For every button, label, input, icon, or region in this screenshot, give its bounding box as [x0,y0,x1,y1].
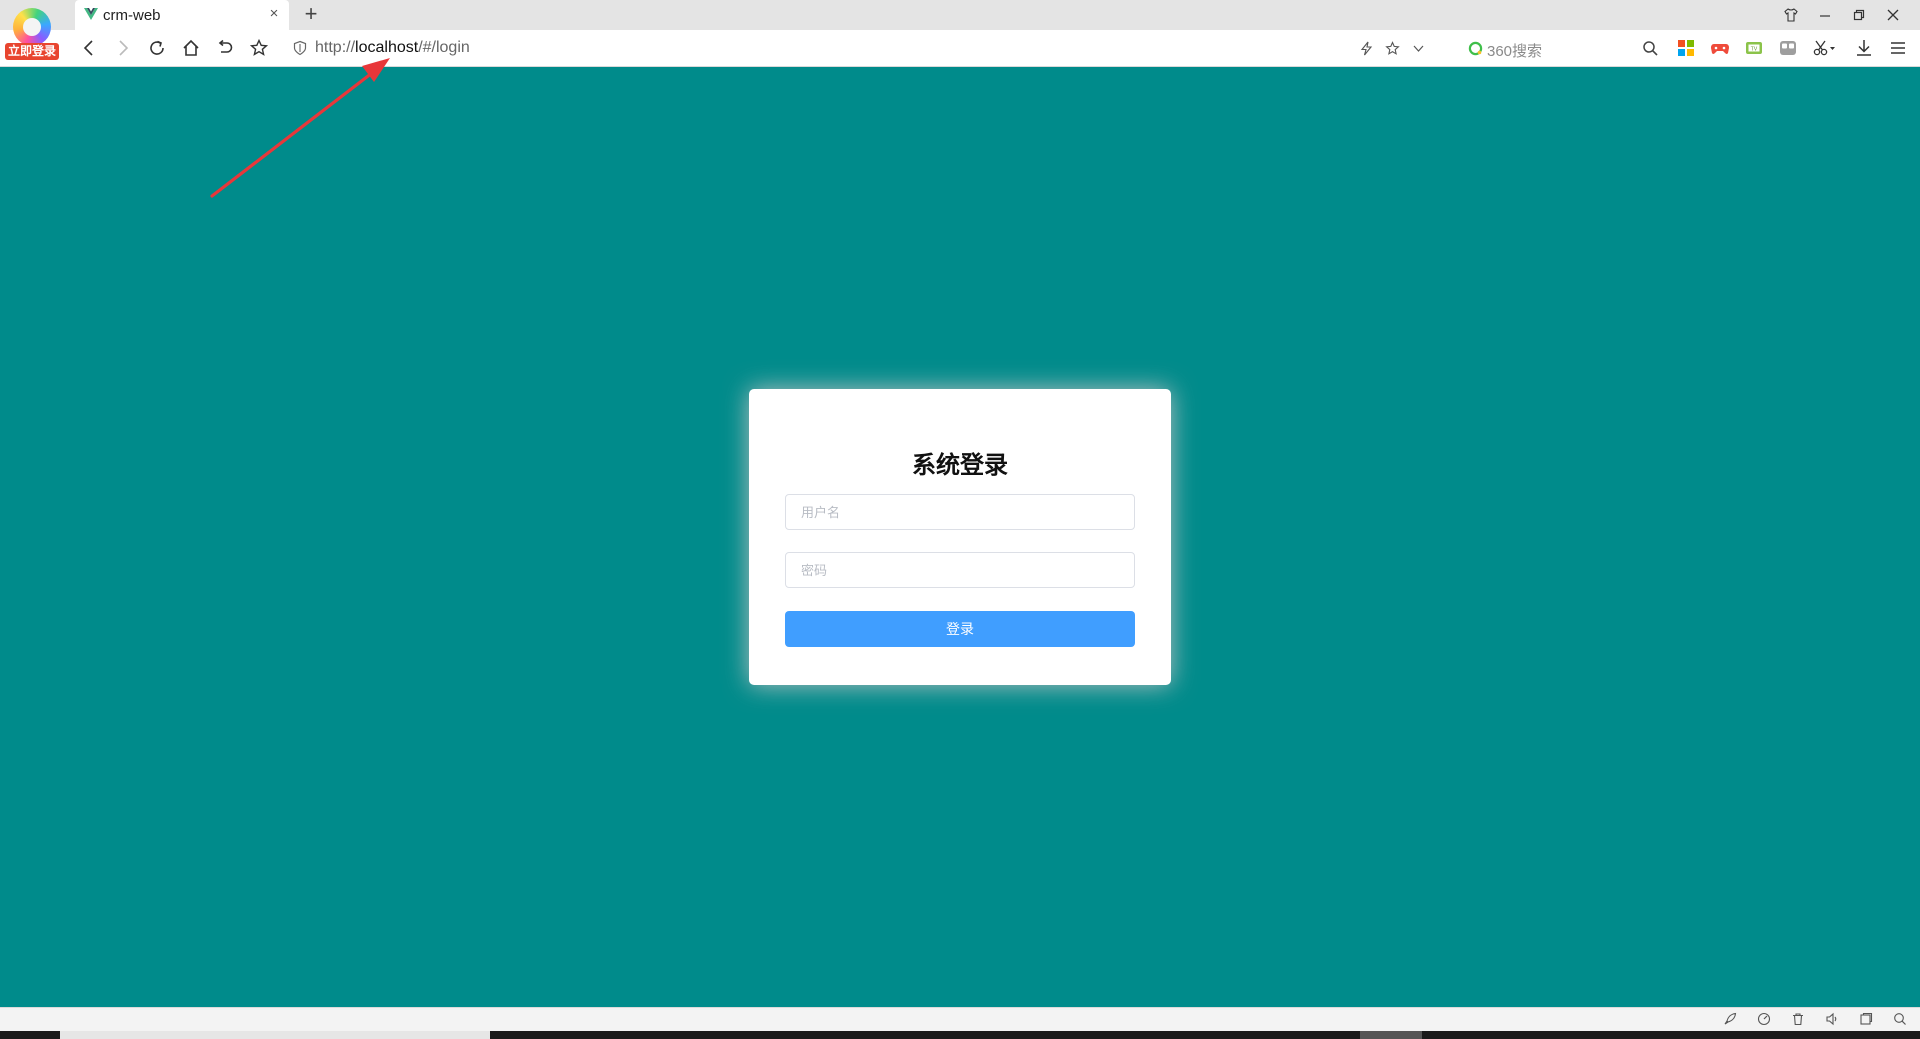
extension-icon[interactable] [1778,38,1798,58]
back-button[interactable] [76,36,102,60]
login-title: 系统登录 [912,452,1008,479]
search-engine-icon [1468,41,1483,56]
search-icon[interactable] [1642,40,1659,57]
home-icon [183,39,199,56]
rocket-button[interactable] [1722,1011,1738,1027]
zoom-button[interactable] [1892,1011,1908,1027]
shield-icon [293,40,307,56]
password-input[interactable] [785,552,1135,588]
bookmark-button[interactable] [246,36,272,60]
search-box[interactable]: 360搜索 [1460,34,1665,62]
skin-button[interactable] [1774,0,1808,30]
sound-icon [1826,1012,1837,1026]
forward-icon [119,40,129,56]
minimize-icon [1820,15,1830,17]
window-icon [1860,1012,1873,1025]
apps-icon[interactable] [1676,38,1696,58]
sound-button[interactable] [1824,1011,1840,1027]
download-icon[interactable] [1854,38,1874,58]
clear-button[interactable] [1790,1011,1806,1027]
new-tab-button[interactable]: + [300,3,322,25]
svg-text:TV: TV [1751,47,1758,53]
page-background: 系统登录 登录 [0,67,1920,1007]
refresh-button[interactable] [144,36,170,60]
login-form: 系统登录 登录 [749,389,1171,685]
restore-icon [1853,9,1865,21]
restore-button[interactable] [1842,0,1876,30]
lightning-icon [1360,41,1372,55]
browser-logo-icon [13,8,51,46]
dropdown-icon [1413,45,1423,52]
address-dropdown[interactable] [1408,38,1428,58]
browser-titlebar: 立即登录 crm-web × + [0,0,1920,60]
undo-button[interactable] [212,36,238,60]
zoom-icon [1894,1013,1906,1025]
tab-close-button[interactable]: × [267,6,281,22]
game-icon[interactable] [1710,38,1730,58]
menu-icon[interactable] [1888,38,1908,58]
vue-icon [84,8,98,20]
address-bar[interactable]: http://localhost/#/login [288,34,1428,62]
taskbar-item[interactable] [60,1031,490,1039]
video-icon[interactable]: TV [1744,38,1764,58]
accelerate-button[interactable] [1356,38,1376,58]
browser-logo[interactable]: 立即登录 [4,3,60,61]
username-input[interactable] [785,494,1135,530]
url-path: /#/login [418,39,470,56]
search-placeholder: 360搜索 [1487,43,1543,60]
scissors-icon[interactable] [1812,38,1838,58]
window-controls [1774,0,1910,30]
login-button[interactable]: 登录 [785,611,1135,647]
shirt-icon [1784,8,1798,22]
refresh-icon [150,40,164,55]
status-icons [1722,1011,1908,1027]
taskbar-item[interactable] [1360,1031,1422,1039]
speed-icon [1757,1012,1771,1026]
undo-icon [218,39,233,53]
window-button[interactable] [1858,1011,1874,1027]
browser-toolbar: http://localhost/#/login 360搜索 TV [0,30,1920,67]
minimize-button[interactable] [1808,0,1842,30]
url-host: localhost [355,39,419,56]
favorite-icon [1384,40,1400,55]
rocket-icon [1724,1012,1737,1025]
browser-statusbar [0,1007,1920,1031]
tab-title: crm-web [103,7,161,24]
favorite-button[interactable] [1382,38,1402,58]
url-scheme: http:// [315,39,356,56]
close-window-button[interactable] [1876,0,1910,30]
forward-button[interactable] [110,36,136,60]
login-badge[interactable]: 立即登录 [5,43,59,60]
tab-crm-web[interactable]: crm-web × [75,0,289,30]
url-text: http://localhost/#/login [315,39,470,57]
os-taskbar [0,1031,1920,1039]
speed-button[interactable] [1756,1011,1772,1027]
home-button[interactable] [178,36,204,60]
back-icon [83,40,93,56]
star-icon [249,38,269,56]
close-icon [1887,9,1899,21]
address-tools [1356,38,1428,58]
trash-icon [1793,1013,1803,1026]
